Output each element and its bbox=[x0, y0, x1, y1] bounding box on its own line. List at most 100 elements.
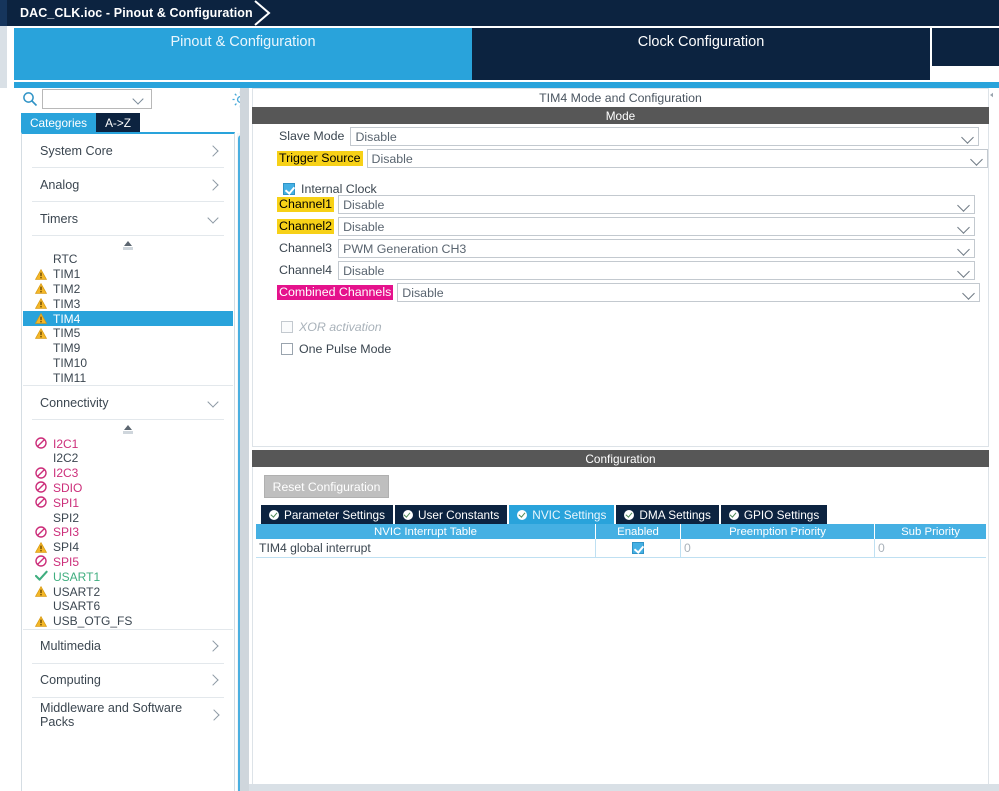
nvic-enabled-cell[interactable] bbox=[596, 539, 681, 558]
mode-field-combined-channels-dropdown[interactable]: Disable bbox=[397, 283, 981, 302]
scroll-up-icon[interactable] bbox=[23, 236, 233, 252]
status-icon-slot bbox=[34, 570, 48, 583]
sidebar-item-connectivity[interactable]: Connectivity bbox=[32, 386, 224, 421]
chevron-down-icon[interactable] bbox=[958, 128, 978, 145]
sidebar-item-system-core[interactable]: System Core bbox=[32, 134, 224, 168]
warning-icon bbox=[34, 283, 48, 295]
timer-item-tim2[interactable]: TIM2 bbox=[23, 282, 233, 297]
left-sidebar: Categories A->Z System Core Analog Timer… bbox=[7, 88, 249, 791]
timer-item-tim5[interactable]: TIM5 bbox=[23, 326, 233, 341]
mode-field-channel1-value: Disable bbox=[343, 197, 385, 212]
nvic-sub-priority[interactable]: 0 bbox=[875, 539, 986, 558]
connectivity-item-sdio[interactable]: SDIO bbox=[23, 481, 233, 496]
connectivity-item-usart2[interactable]: USART2 bbox=[23, 584, 233, 599]
status-icon-slot bbox=[35, 555, 48, 568]
timer-item-rtc[interactable]: RTC bbox=[23, 252, 233, 267]
chevron-down-icon[interactable] bbox=[959, 284, 979, 301]
timer-item-tim11[interactable]: TIM11 bbox=[23, 370, 233, 385]
timer-item-tim1[interactable]: TIM1 bbox=[23, 267, 233, 282]
warning-icon bbox=[34, 327, 48, 339]
denied-icon bbox=[35, 481, 47, 494]
connectivity-item-label: SPI5 bbox=[53, 554, 80, 569]
mode-field-trigger-source-label: Trigger Source bbox=[277, 151, 363, 166]
chevron-down-icon[interactable] bbox=[967, 150, 987, 167]
timer-item-tim4[interactable]: TIM4 bbox=[23, 311, 233, 326]
timer-item-tim9[interactable]: TIM9 bbox=[23, 341, 233, 356]
sidebar-item-middleware-and-software-packs[interactable]: Middleware and Software Packs bbox=[32, 698, 224, 732]
sidebar-item-timers[interactable]: Timers bbox=[32, 202, 224, 236]
denied-icon bbox=[35, 466, 47, 479]
tab-gpio-settings[interactable]: GPIO Settings bbox=[720, 505, 828, 524]
reset-configuration-button[interactable]: Reset Configuration bbox=[264, 475, 389, 498]
sidebar-tab-a-to-z[interactable]: A->Z bbox=[96, 113, 140, 132]
connectivity-item-i2c2[interactable]: I2C2 bbox=[23, 451, 233, 466]
sidebar-item-computing[interactable]: Computing bbox=[32, 664, 224, 698]
status-icon-slot bbox=[34, 312, 48, 325]
timer-item-tim3[interactable]: TIM3 bbox=[23, 296, 233, 311]
sidebar-item-analog[interactable]: Analog bbox=[32, 168, 224, 202]
connectivity-item-spi3[interactable]: SPI3 bbox=[23, 525, 233, 540]
panel-divider[interactable] bbox=[240, 88, 249, 791]
configuration-section-label: Configuration bbox=[585, 451, 656, 466]
nvic-enabled-checkbox[interactable] bbox=[632, 542, 644, 554]
nvic-preemption-priority[interactable]: 0 bbox=[681, 539, 875, 558]
sidebar-tab-categories[interactable]: Categories bbox=[21, 113, 97, 132]
search-input-wrapper[interactable] bbox=[42, 89, 152, 109]
tab-user-constants[interactable]: User Constants bbox=[394, 505, 508, 524]
connectivity-item-label: I2C1 bbox=[53, 436, 79, 451]
timer-item-tim10[interactable]: TIM10 bbox=[23, 356, 233, 371]
project-title-tab[interactable]: DAC_CLK.ioc - Pinout & Configuration bbox=[8, 0, 263, 26]
connectivity-item-i2c3[interactable]: I2C3 bbox=[23, 466, 233, 481]
connectivity-item-i2c1[interactable]: I2C1 bbox=[23, 436, 233, 451]
sidebar-item-analog-label: Analog bbox=[40, 177, 80, 192]
nvic-column-header[interactable]: Enabled bbox=[596, 524, 681, 539]
checkbox-one-pulse-mode-label: One Pulse Mode bbox=[299, 342, 392, 356]
nvic-column-header[interactable]: NVIC Interrupt Table bbox=[256, 524, 596, 539]
mode-field-channel1-dropdown[interactable]: Disable bbox=[338, 195, 976, 214]
connectivity-item-spi4[interactable]: SPI4 bbox=[23, 540, 233, 555]
chevron-down-icon[interactable] bbox=[954, 240, 974, 257]
checkbox-xor-activation-label: XOR activation bbox=[299, 320, 382, 334]
table-row[interactable]: TIM4 global interrupt 0 0 bbox=[256, 539, 986, 558]
connectivity-item-usb_otg_fs[interactable]: USB_OTG_FS bbox=[23, 614, 233, 629]
chevron-down-icon[interactable] bbox=[954, 196, 974, 213]
connectivity-peripheral-list[interactable]: I2C1 I2C2 I2C3 SDIO SPI1 SPI2 SPI3 SPI4 SPI5 USAR… bbox=[23, 420, 233, 630]
connectivity-item-usart6[interactable]: USART6 bbox=[23, 599, 233, 614]
mode-field-channel2-value: Disable bbox=[343, 219, 385, 234]
mode-field-combined-channels-label: Combined Channels bbox=[277, 285, 394, 300]
tab-nvic-settings[interactable]: NVIC Settings bbox=[509, 505, 615, 524]
chevron-down-icon[interactable] bbox=[131, 90, 147, 108]
chevron-down-icon[interactable] bbox=[954, 218, 974, 235]
mode-field-trigger-source-dropdown[interactable]: Disable bbox=[366, 149, 988, 168]
connectivity-item-spi5[interactable]: SPI5 bbox=[23, 555, 233, 570]
mode-field-channel3-dropdown[interactable]: PWM Generation CH3 bbox=[338, 239, 976, 258]
search-row bbox=[14, 88, 249, 112]
mode-field-channel4-dropdown[interactable]: Disable bbox=[338, 261, 976, 280]
chevron-down-icon[interactable] bbox=[954, 262, 974, 279]
tab-pinout-configuration-label: Pinout & Configuration bbox=[170, 34, 316, 50]
connectivity-item-spi2[interactable]: SPI2 bbox=[23, 510, 233, 525]
mode-field-slave-mode-dropdown[interactable]: Disable bbox=[350, 127, 980, 146]
timers-peripheral-list[interactable]: RTC TIM1 TIM2 TIM3 TIM4 TIM5 TIM9 TIM10 TIM11 bbox=[23, 236, 233, 387]
scroll-up-icon[interactable] bbox=[23, 420, 233, 436]
connectivity-item-spi1[interactable]: SPI1 bbox=[23, 495, 233, 510]
mode-field-channel1-label: Channel1 bbox=[277, 197, 335, 212]
connectivity-item-usart1[interactable]: USART1 bbox=[23, 569, 233, 584]
checkbox-one-pulse-mode[interactable]: One Pulse Mode bbox=[281, 342, 391, 356]
nvic-column-header[interactable]: Preemption Priority bbox=[681, 524, 875, 539]
tab-clock-configuration[interactable]: Clock Configuration bbox=[472, 28, 930, 80]
status-icon-slot bbox=[34, 585, 48, 598]
sidebar-item-timers-label: Timers bbox=[40, 211, 79, 226]
tab-parameter-settings[interactable]: Parameter Settings bbox=[261, 505, 393, 524]
tab-overflow-stub[interactable] bbox=[932, 28, 999, 66]
mode-field-channel2-dropdown[interactable]: Disable bbox=[338, 217, 976, 236]
search-input[interactable] bbox=[43, 90, 131, 108]
sidebar-item-multimedia[interactable]: Multimedia bbox=[32, 630, 224, 664]
tab-label: Parameter Settings bbox=[284, 507, 385, 522]
checkbox-one-pulse-mode-box[interactable] bbox=[281, 343, 293, 355]
reset-configuration-button-label: Reset Configuration bbox=[272, 479, 381, 494]
tab-pinout-configuration[interactable]: Pinout & Configuration bbox=[14, 28, 472, 80]
nvic-column-header[interactable]: Sub Priority bbox=[875, 524, 986, 539]
tab-dma-settings[interactable]: DMA Settings bbox=[616, 505, 719, 524]
check-circle-icon bbox=[728, 509, 739, 520]
